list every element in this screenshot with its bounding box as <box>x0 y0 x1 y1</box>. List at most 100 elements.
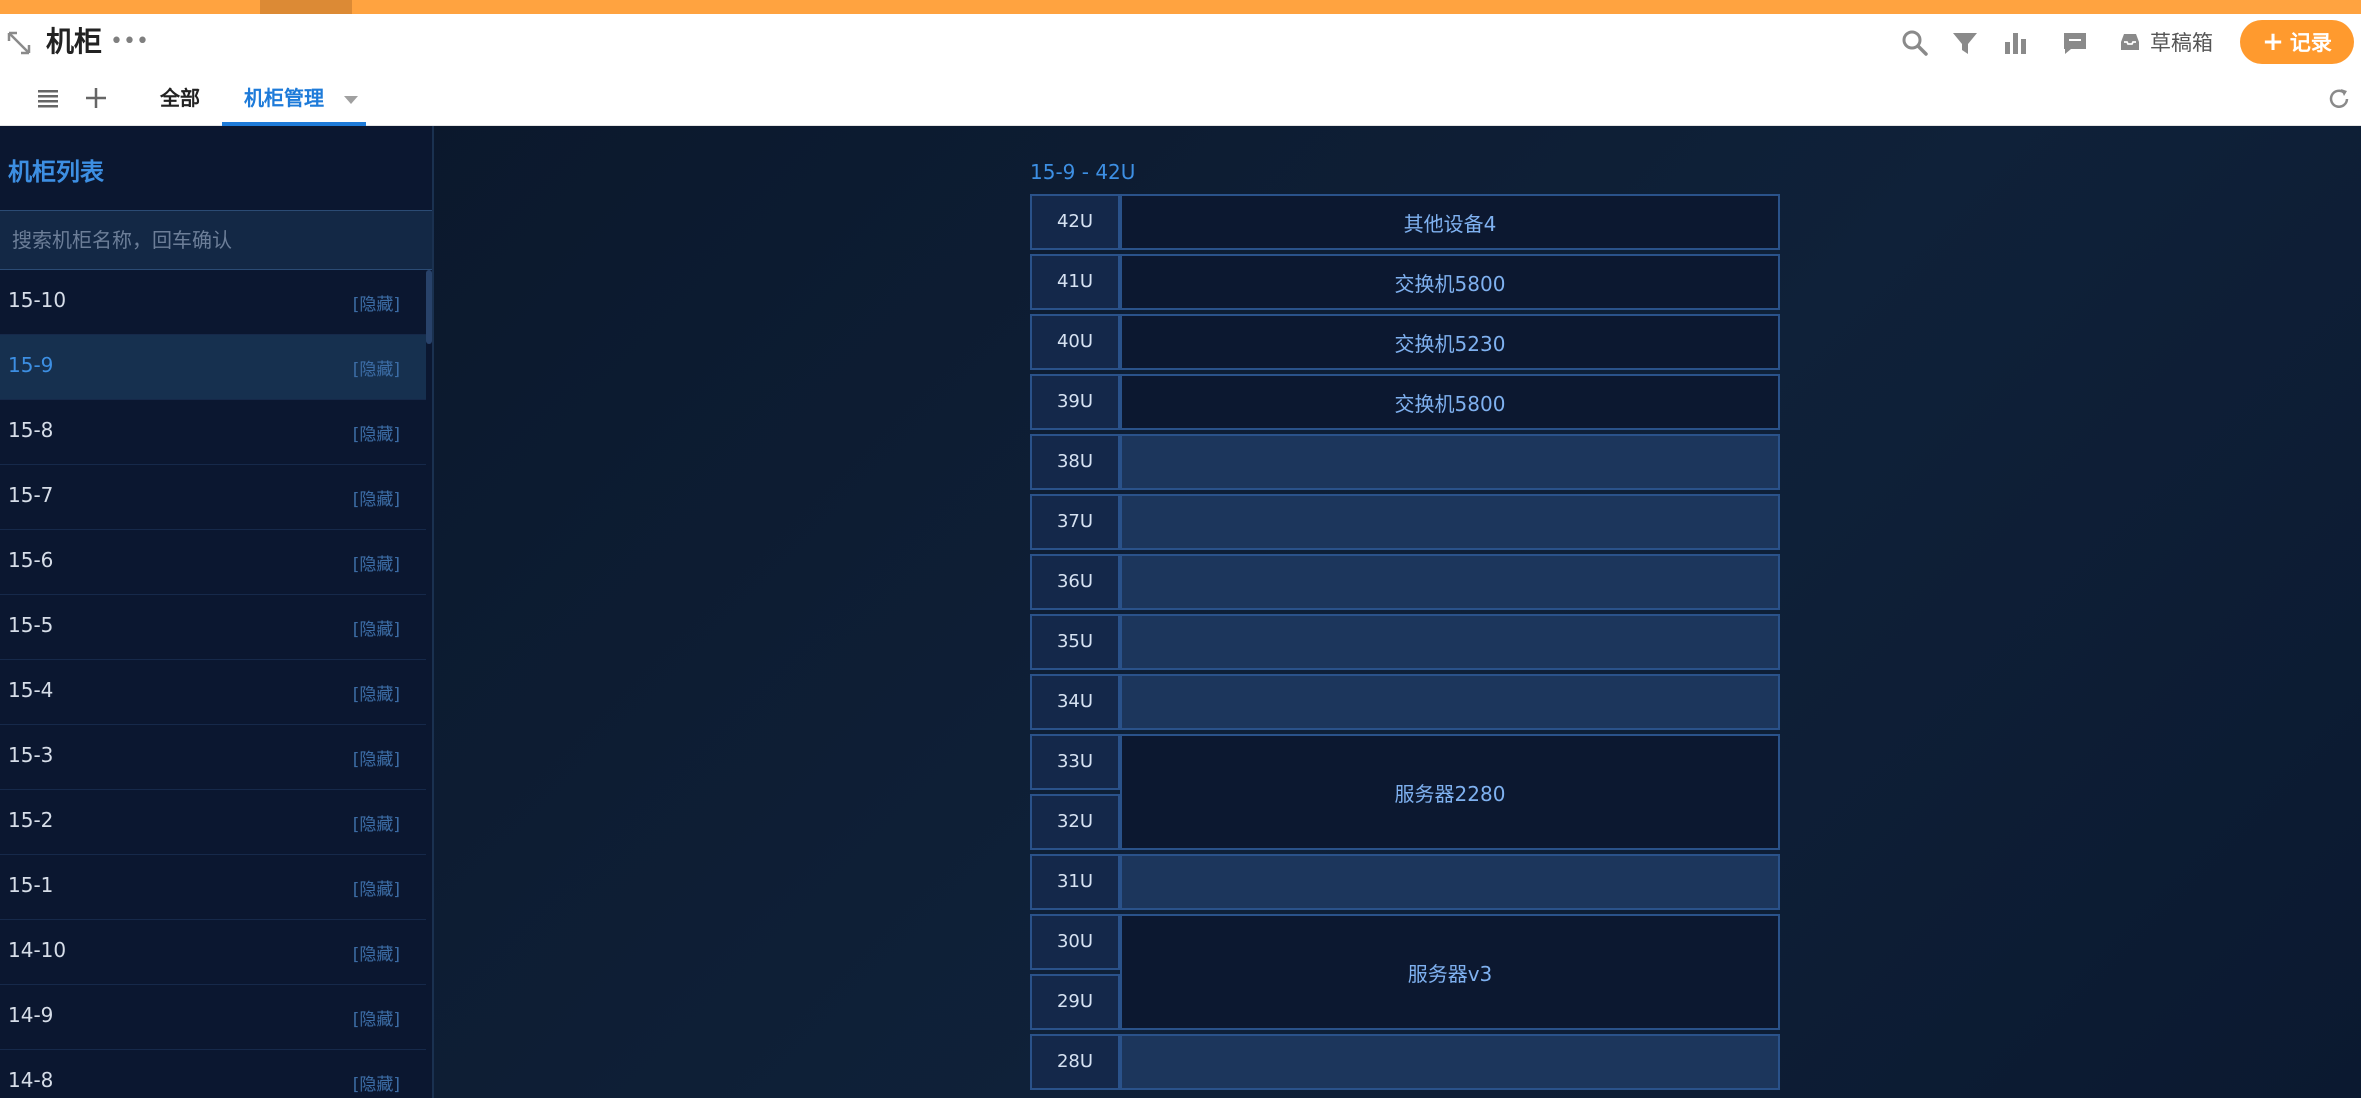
chart-icon[interactable] <box>2000 28 2030 58</box>
search-icon[interactable] <box>1900 28 1930 58</box>
rack-list-item[interactable]: 14-9 [隐藏] <box>0 985 426 1050</box>
draft-box-button[interactable]: 草稿箱 <box>2118 26 2213 58</box>
rack-name: 15-6 <box>8 548 54 572</box>
rack-name: 14-10 <box>8 938 67 962</box>
hide-tag[interactable]: [隐藏] <box>353 745 400 770</box>
device-label: 服务器v3 <box>1407 961 1493 986</box>
rack-list-item[interactable]: 15-1 [隐藏] <box>0 855 426 920</box>
rack-empty-slot[interactable] <box>1120 554 1780 610</box>
plus-icon: + <box>2262 27 2284 57</box>
rack-name: 15-3 <box>8 743 54 767</box>
sidebar-scrollbar[interactable] <box>426 270 432 344</box>
rack-list-item[interactable]: 15-2 [隐藏] <box>0 790 426 855</box>
rack-name: 15-5 <box>8 613 54 637</box>
rack-name: 15-2 <box>8 808 54 832</box>
hide-tag[interactable]: [隐藏] <box>353 680 400 705</box>
more-options-icon[interactable]: ••• <box>110 26 149 58</box>
rack-unit-label: 35U <box>1030 614 1120 670</box>
rack-unit-label: 28U <box>1030 1034 1120 1090</box>
rack-list-item[interactable]: 15-3 [隐藏] <box>0 725 426 790</box>
rack-list-item[interactable]: 14-8 [隐藏] <box>0 1050 426 1098</box>
rack-unit-label: 34U <box>1030 674 1120 730</box>
rack-unit-label: 30U <box>1030 914 1120 970</box>
rack-device[interactable]: 服务器2280 <box>1120 734 1780 850</box>
rack-name: 14-8 <box>8 1068 54 1092</box>
hide-tag[interactable]: [隐藏] <box>353 875 400 900</box>
strip-highlight <box>260 0 352 14</box>
rack-empty-slot[interactable] <box>1120 674 1780 730</box>
hide-tag[interactable]: [隐藏] <box>353 355 400 380</box>
header-top-row: 机柜 ••• 草稿箱 + 记录 <box>0 14 2361 70</box>
rack-list: 15-10 [隐藏] 15-9 [隐藏] 15-8 [隐藏] 15-7 [隐藏] 15-6 [隐藏… <box>0 270 426 1098</box>
rack-list-item[interactable]: 15-5 [隐藏] <box>0 595 426 660</box>
hide-tag[interactable]: [隐藏] <box>353 1070 400 1095</box>
expand-icon[interactable] <box>6 30 32 56</box>
add-view-icon[interactable] <box>82 84 110 112</box>
device-label: 其他设备4 <box>1403 211 1497 236</box>
add-record-label: 记录 <box>2289 31 2332 55</box>
rack-unit-label: 36U <box>1030 554 1120 610</box>
hide-tag[interactable]: [隐藏] <box>353 810 400 835</box>
rack-name: 15-4 <box>8 678 54 702</box>
rack-unit-label: 41U <box>1030 254 1120 310</box>
rack-device[interactable]: 交换机5800 <box>1120 374 1780 430</box>
rack-empty-slot[interactable] <box>1120 854 1780 910</box>
rack-device[interactable]: 交换机5800 <box>1120 254 1780 310</box>
tab-rack-management[interactable]: 机柜管理 <box>222 78 366 118</box>
rack-empty-slot[interactable] <box>1120 494 1780 550</box>
refresh-icon[interactable] <box>2326 86 2352 112</box>
draft-box-label: 草稿箱 <box>2150 31 2213 55</box>
rack-unit-label: 40U <box>1030 314 1120 370</box>
comment-icon[interactable] <box>2060 28 2090 58</box>
rack-name: 15-10 <box>8 288 67 312</box>
rack-search-field[interactable] <box>0 210 432 270</box>
hide-tag[interactable]: [隐藏] <box>353 485 400 510</box>
add-record-button[interactable]: + 记录 <box>2240 20 2354 64</box>
rack-name: 14-9 <box>8 1003 54 1027</box>
rack-list-item[interactable]: 15-7 [隐藏] <box>0 465 426 530</box>
tab-all[interactable]: 全部 <box>160 78 200 118</box>
rack-unit-label: 42U <box>1030 194 1120 250</box>
sidebar-title: 机柜列表 <box>8 158 104 186</box>
rack-device[interactable]: 交换机5230 <box>1120 314 1780 370</box>
hide-tag[interactable]: [隐藏] <box>353 290 400 315</box>
rack-list-item[interactable]: 15-9 [隐藏] <box>0 335 426 400</box>
rack-name: 15-8 <box>8 418 54 442</box>
rack-unit-label: 37U <box>1030 494 1120 550</box>
rack-list-item[interactable]: 14-10 [隐藏] <box>0 920 426 985</box>
page-title: 机柜 <box>46 25 103 58</box>
rack-unit-label: 31U <box>1030 854 1120 910</box>
hide-tag[interactable]: [隐藏] <box>353 940 400 965</box>
rack-name: 15-1 <box>8 873 54 897</box>
hide-tag[interactable]: [隐藏] <box>353 420 400 445</box>
rack-list-item[interactable]: 15-8 [隐藏] <box>0 400 426 465</box>
filter-icon[interactable] <box>1950 28 1980 58</box>
rack-unit-label: 33U <box>1030 734 1120 790</box>
rack-device[interactable]: 服务器v3 <box>1120 914 1780 1030</box>
rack-list-sidebar: 机柜列表 15-10[隐藏]15-9[隐藏]15-8[隐藏]15-7[隐藏]15… <box>0 126 434 1098</box>
rack-list-item[interactable]: 15-10 [隐藏] <box>0 270 426 335</box>
hide-tag[interactable]: [隐藏] <box>353 1005 400 1030</box>
inbox-icon <box>2121 34 2139 50</box>
rack-list-item[interactable]: 15-6 [隐藏] <box>0 530 426 595</box>
device-label: 交换机5230 <box>1394 331 1506 356</box>
tab-rack-management-label: 机柜管理 <box>244 86 324 110</box>
rack-unit-label: 32U <box>1030 794 1120 850</box>
rack-unit-label: 29U <box>1030 974 1120 1030</box>
rack-device[interactable]: 其他设备4 <box>1120 194 1780 250</box>
rack-empty-slot[interactable] <box>1120 1034 1780 1090</box>
list-menu-icon[interactable] <box>34 84 62 112</box>
device-label: 服务器2280 <box>1394 781 1506 806</box>
rack-search-input[interactable] <box>10 211 432 269</box>
rack-list-item[interactable]: 15-4 [隐藏] <box>0 660 426 725</box>
hide-tag[interactable]: [隐藏] <box>353 615 400 640</box>
rack-unit-label: 38U <box>1030 434 1120 490</box>
rack-empty-slot[interactable] <box>1120 434 1780 490</box>
hide-tag[interactable]: [隐藏] <box>353 550 400 575</box>
top-accent-strip <box>0 0 2361 14</box>
device-label: 交换机5800 <box>1394 391 1506 416</box>
rack-empty-slot[interactable] <box>1120 614 1780 670</box>
chevron-down-icon[interactable] <box>344 96 358 104</box>
rack-name: 15-7 <box>8 483 54 507</box>
app-header: 机柜 ••• 草稿箱 + 记录 全部 机柜管理 <box>0 14 2361 126</box>
